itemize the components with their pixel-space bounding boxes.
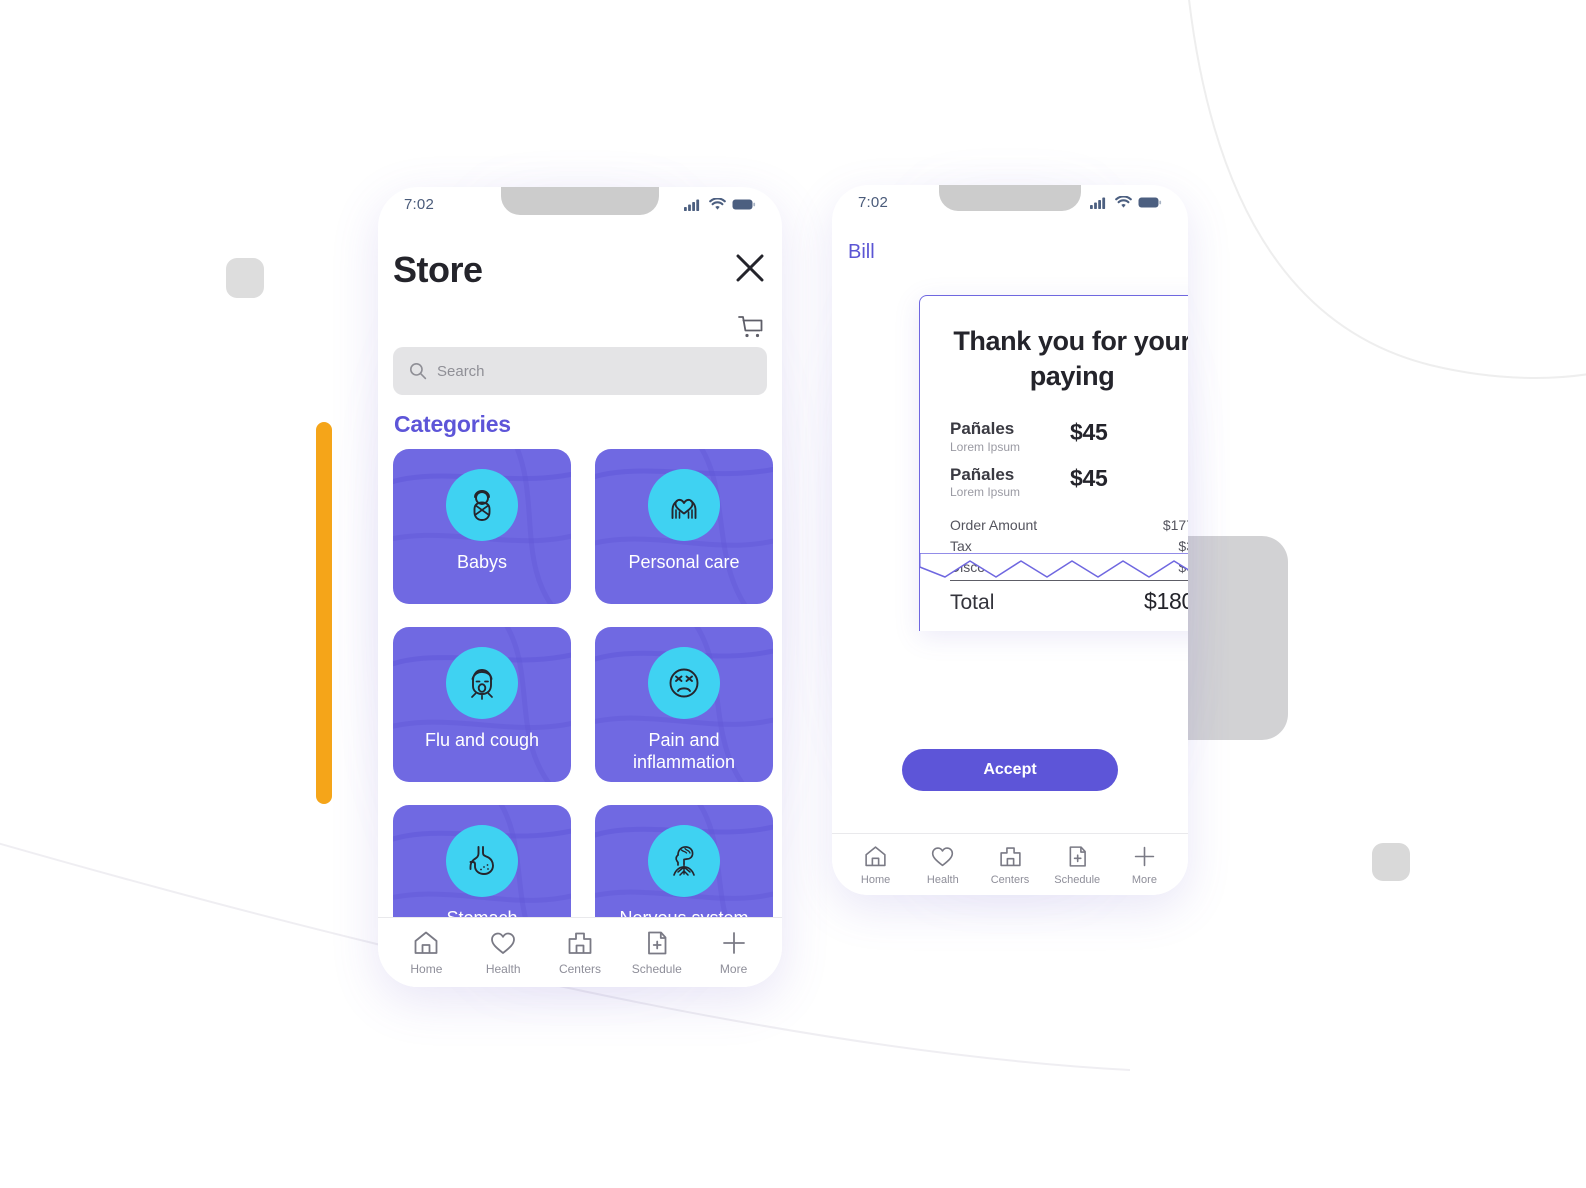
total-label: Tax xyxy=(950,538,972,555)
item-price: $45 xyxy=(1070,464,1108,491)
receipt-item-row: Pañales Lorem Ipsum $45 xyxy=(950,465,1188,500)
categories-heading: Categories xyxy=(394,411,511,437)
receipt-title: Thank you for your paying xyxy=(953,326,1188,391)
item-price: $45 xyxy=(1070,419,1108,446)
item-name: Pañales xyxy=(950,419,1015,439)
canvas: 7:02 Store Search Categories Babys Perso… xyxy=(0,0,1586,1188)
grand-total-label: Total xyxy=(950,591,995,615)
nav-item-centers[interactable]: Centers xyxy=(542,929,619,976)
nav-label: Centers xyxy=(558,962,601,976)
total-value: $177 xyxy=(1162,517,1188,534)
nav-label: More xyxy=(1131,873,1157,886)
decorative-square-left xyxy=(226,258,264,298)
total-row-order-amount: Order Amount $177 xyxy=(950,517,1188,533)
nav-item-health[interactable]: Health xyxy=(465,929,542,976)
nav-item-home[interactable]: Home xyxy=(842,844,909,886)
receipt-card: Thank you for your paying Pañales Lorem … xyxy=(919,295,1188,632)
category-label: Babys xyxy=(456,552,508,572)
hospital-icon xyxy=(568,932,592,954)
nav-label: Schedule xyxy=(1054,873,1101,886)
document-plus-icon xyxy=(647,931,667,955)
totals-divider xyxy=(950,580,1188,582)
status-time: 7:02 xyxy=(404,195,434,213)
store-header: Store xyxy=(378,221,782,338)
phone-store-screen: 7:02 Store Search Categories Babys Perso… xyxy=(378,187,782,987)
heart-icon xyxy=(932,846,954,866)
nav-label: Health xyxy=(926,873,959,886)
item-subtitle: Lorem Ipsum xyxy=(950,485,1021,500)
status-bar: 7:02 xyxy=(378,187,782,221)
battery-icon xyxy=(732,199,756,209)
bottom-navigation-bill: Home Health Centers Schedule More xyxy=(832,833,1188,895)
item-name: Pañales xyxy=(950,464,1015,484)
nav-label: Home xyxy=(410,962,443,976)
decorative-orange-bar xyxy=(316,422,332,804)
nav-label: Centers xyxy=(990,873,1030,886)
nav-item-schedule[interactable]: Schedule xyxy=(618,929,695,976)
wifi-icon xyxy=(1115,195,1132,208)
category-label: Pain and inflammation xyxy=(632,730,736,773)
stomach-icon xyxy=(446,825,518,897)
decorative-square-right xyxy=(1372,843,1410,881)
item-subtitle: Lorem Ipsum xyxy=(950,439,1021,454)
category-card-personal-care[interactable]: Personal care xyxy=(595,449,773,604)
grimacing-face-icon xyxy=(648,647,720,719)
document-plus-icon xyxy=(1069,845,1086,867)
hospital-icon xyxy=(999,846,1021,866)
status-time: 7:02 xyxy=(858,193,888,211)
total-value: $3 xyxy=(1178,538,1188,555)
wifi-icon xyxy=(709,197,726,210)
home-icon xyxy=(865,845,886,866)
search-placeholder: Search xyxy=(437,362,485,380)
category-card-pain-inflammation[interactable]: Pain and inflammation xyxy=(595,627,773,782)
nav-item-more[interactable]: More xyxy=(1111,844,1178,886)
nav-label: More xyxy=(719,962,748,976)
cellular-signal-icon xyxy=(1090,197,1106,209)
total-label: Order Amount xyxy=(950,517,1038,534)
cellular-signal-icon xyxy=(684,199,700,211)
plus-icon xyxy=(1134,846,1155,866)
categories-grid: Babys Personal care Flu and cough Pain a… xyxy=(393,449,773,960)
nav-label: Home xyxy=(860,873,891,886)
total-row-tax: Tax $3 xyxy=(950,538,1188,554)
heart-icon xyxy=(491,932,516,954)
bottom-navigation-store: Home Health Centers Schedule More xyxy=(378,917,782,987)
nervous-system-icon xyxy=(648,825,720,897)
nav-item-home[interactable]: Home xyxy=(388,929,465,976)
battery-icon xyxy=(1138,197,1162,207)
grand-total-row: Total $180 xyxy=(950,588,1188,615)
grand-total-value: $180 xyxy=(1144,588,1188,615)
search-icon xyxy=(410,363,427,380)
home-icon xyxy=(414,931,438,954)
accept-button[interactable]: Accept xyxy=(902,749,1118,791)
hands-heart-icon xyxy=(648,469,720,541)
receipt-item-row: Pañales Lorem Ipsum $45 xyxy=(950,419,1188,454)
nav-label: Health xyxy=(485,962,521,976)
nav-item-more[interactable]: More xyxy=(695,929,772,976)
phone-bill-screen: 7:02 Bill Thank you for your paying Paña… xyxy=(832,185,1188,895)
shopping-cart-icon[interactable] xyxy=(736,313,766,343)
nav-item-centers[interactable]: Centers xyxy=(976,844,1043,886)
nav-label: Schedule xyxy=(631,962,682,976)
status-bar: 7:02 xyxy=(832,185,1188,219)
receipt-items: Pañales Lorem Ipsum $45 Pañales Lorem Ip… xyxy=(950,419,1188,499)
baby-icon xyxy=(446,469,518,541)
category-label: Flu and cough xyxy=(424,730,540,750)
category-card-babys[interactable]: Babys xyxy=(393,449,571,604)
receipt-torn-edge xyxy=(919,553,1188,578)
page-title: Bill xyxy=(848,241,875,263)
category-card-flu-cough[interactable]: Flu and cough xyxy=(393,627,571,782)
page-title: Store xyxy=(393,249,483,290)
coughing-face-icon xyxy=(446,647,518,719)
plus-icon xyxy=(722,932,745,954)
nav-item-schedule[interactable]: Schedule xyxy=(1044,844,1111,886)
nav-item-health[interactable]: Health xyxy=(909,844,976,886)
category-label: Personal care xyxy=(628,552,740,572)
close-icon[interactable] xyxy=(733,251,767,285)
search-input[interactable]: Search xyxy=(393,347,767,395)
